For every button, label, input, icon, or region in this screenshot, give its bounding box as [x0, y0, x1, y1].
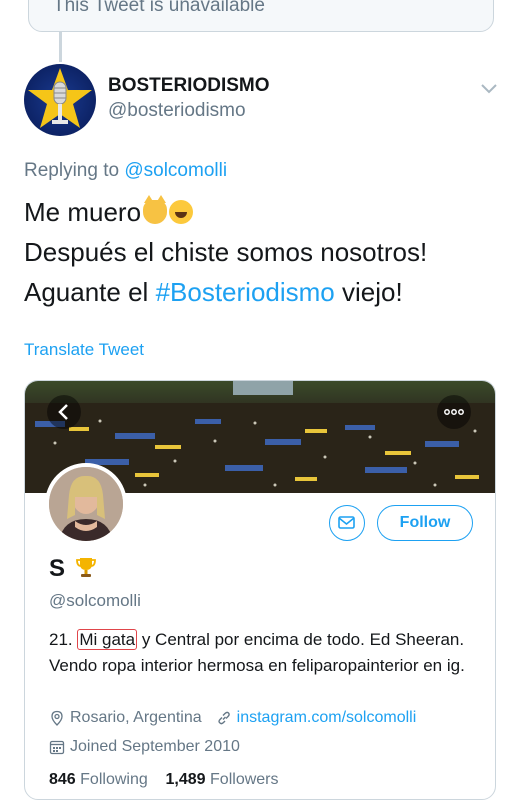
profile-meta-row: Rosario, Argentina instagram.com/solcomo…	[49, 709, 416, 727]
replying-to: Replying to @solcomolli	[24, 160, 227, 182]
quoted-tweet-text: This Tweet is unavailable	[53, 0, 265, 16]
profile-card[interactable]: Follow S @solcomolli 21. Mi gata y Centr…	[24, 380, 496, 800]
author-name[interactable]: BOSTERIODISMO	[108, 75, 270, 97]
link-icon	[217, 711, 230, 725]
profile-joined-row: Joined September 2010	[49, 738, 240, 756]
tweet-line-1: Me muero	[24, 197, 142, 227]
profile-avatar[interactable]	[45, 463, 127, 545]
bio-circled-annotation: Mi gata	[77, 629, 138, 650]
following-label: Following	[80, 771, 148, 788]
following-link[interactable]: 846 Following	[49, 771, 148, 788]
bio-prefix: 21.	[49, 630, 78, 649]
more-options-icon[interactable]	[437, 395, 471, 429]
tweet-line-2: Después el chiste somos nosotros!	[24, 237, 428, 267]
tweet-line-3-suffix: viejo!	[334, 277, 403, 307]
reply-target-link[interactable]: @solcomolli	[124, 160, 227, 181]
profile-joined-date: Joined September 2010	[70, 738, 240, 755]
envelope-icon	[338, 516, 355, 529]
profile-handle: @solcomolli	[49, 591, 141, 610]
translate-tweet-link[interactable]: Translate Tweet	[24, 340, 144, 360]
quoted-tweet-unavailable: This Tweet is unavailable	[28, 0, 494, 32]
author-handle[interactable]: @bosteriodismo	[108, 100, 246, 122]
back-arrow-icon[interactable]	[47, 395, 81, 429]
profile-name-text: S	[49, 555, 66, 582]
cat-face-emoji	[143, 195, 168, 224]
location-pin-icon	[51, 710, 63, 726]
profile-name: S	[49, 555, 96, 583]
message-button[interactable]	[329, 505, 365, 541]
profile-location: Rosario, Argentina	[70, 709, 202, 726]
profile-website-link[interactable]: instagram.com/solcomolli	[237, 709, 417, 727]
following-count: 846	[49, 771, 76, 788]
hashtag-link[interactable]: #Bosteriodismo	[156, 277, 335, 307]
tweet-text: Me muero Después el chiste somos nosotro…	[24, 192, 504, 312]
followers-link[interactable]: 1,489 Followers	[166, 771, 279, 788]
follow-button[interactable]: Follow	[377, 505, 473, 541]
author-avatar[interactable]	[24, 64, 96, 136]
tweet-line-3-prefix: Aguante el	[24, 277, 156, 307]
thread-connector-line	[59, 32, 62, 62]
followers-count: 1,489	[165, 771, 206, 788]
follow-stats: 846 Following 1,489 Followers	[49, 771, 279, 789]
replying-prefix: Replying to	[24, 160, 125, 181]
profile-bio: 21. Mi gata y Central por encima de todo…	[49, 627, 469, 679]
calendar-icon	[49, 740, 65, 755]
laughing-tears-emoji	[169, 200, 194, 224]
chevron-down-icon[interactable]	[479, 78, 499, 98]
trophy-icon	[75, 558, 96, 577]
followers-label: Followers	[210, 771, 279, 788]
